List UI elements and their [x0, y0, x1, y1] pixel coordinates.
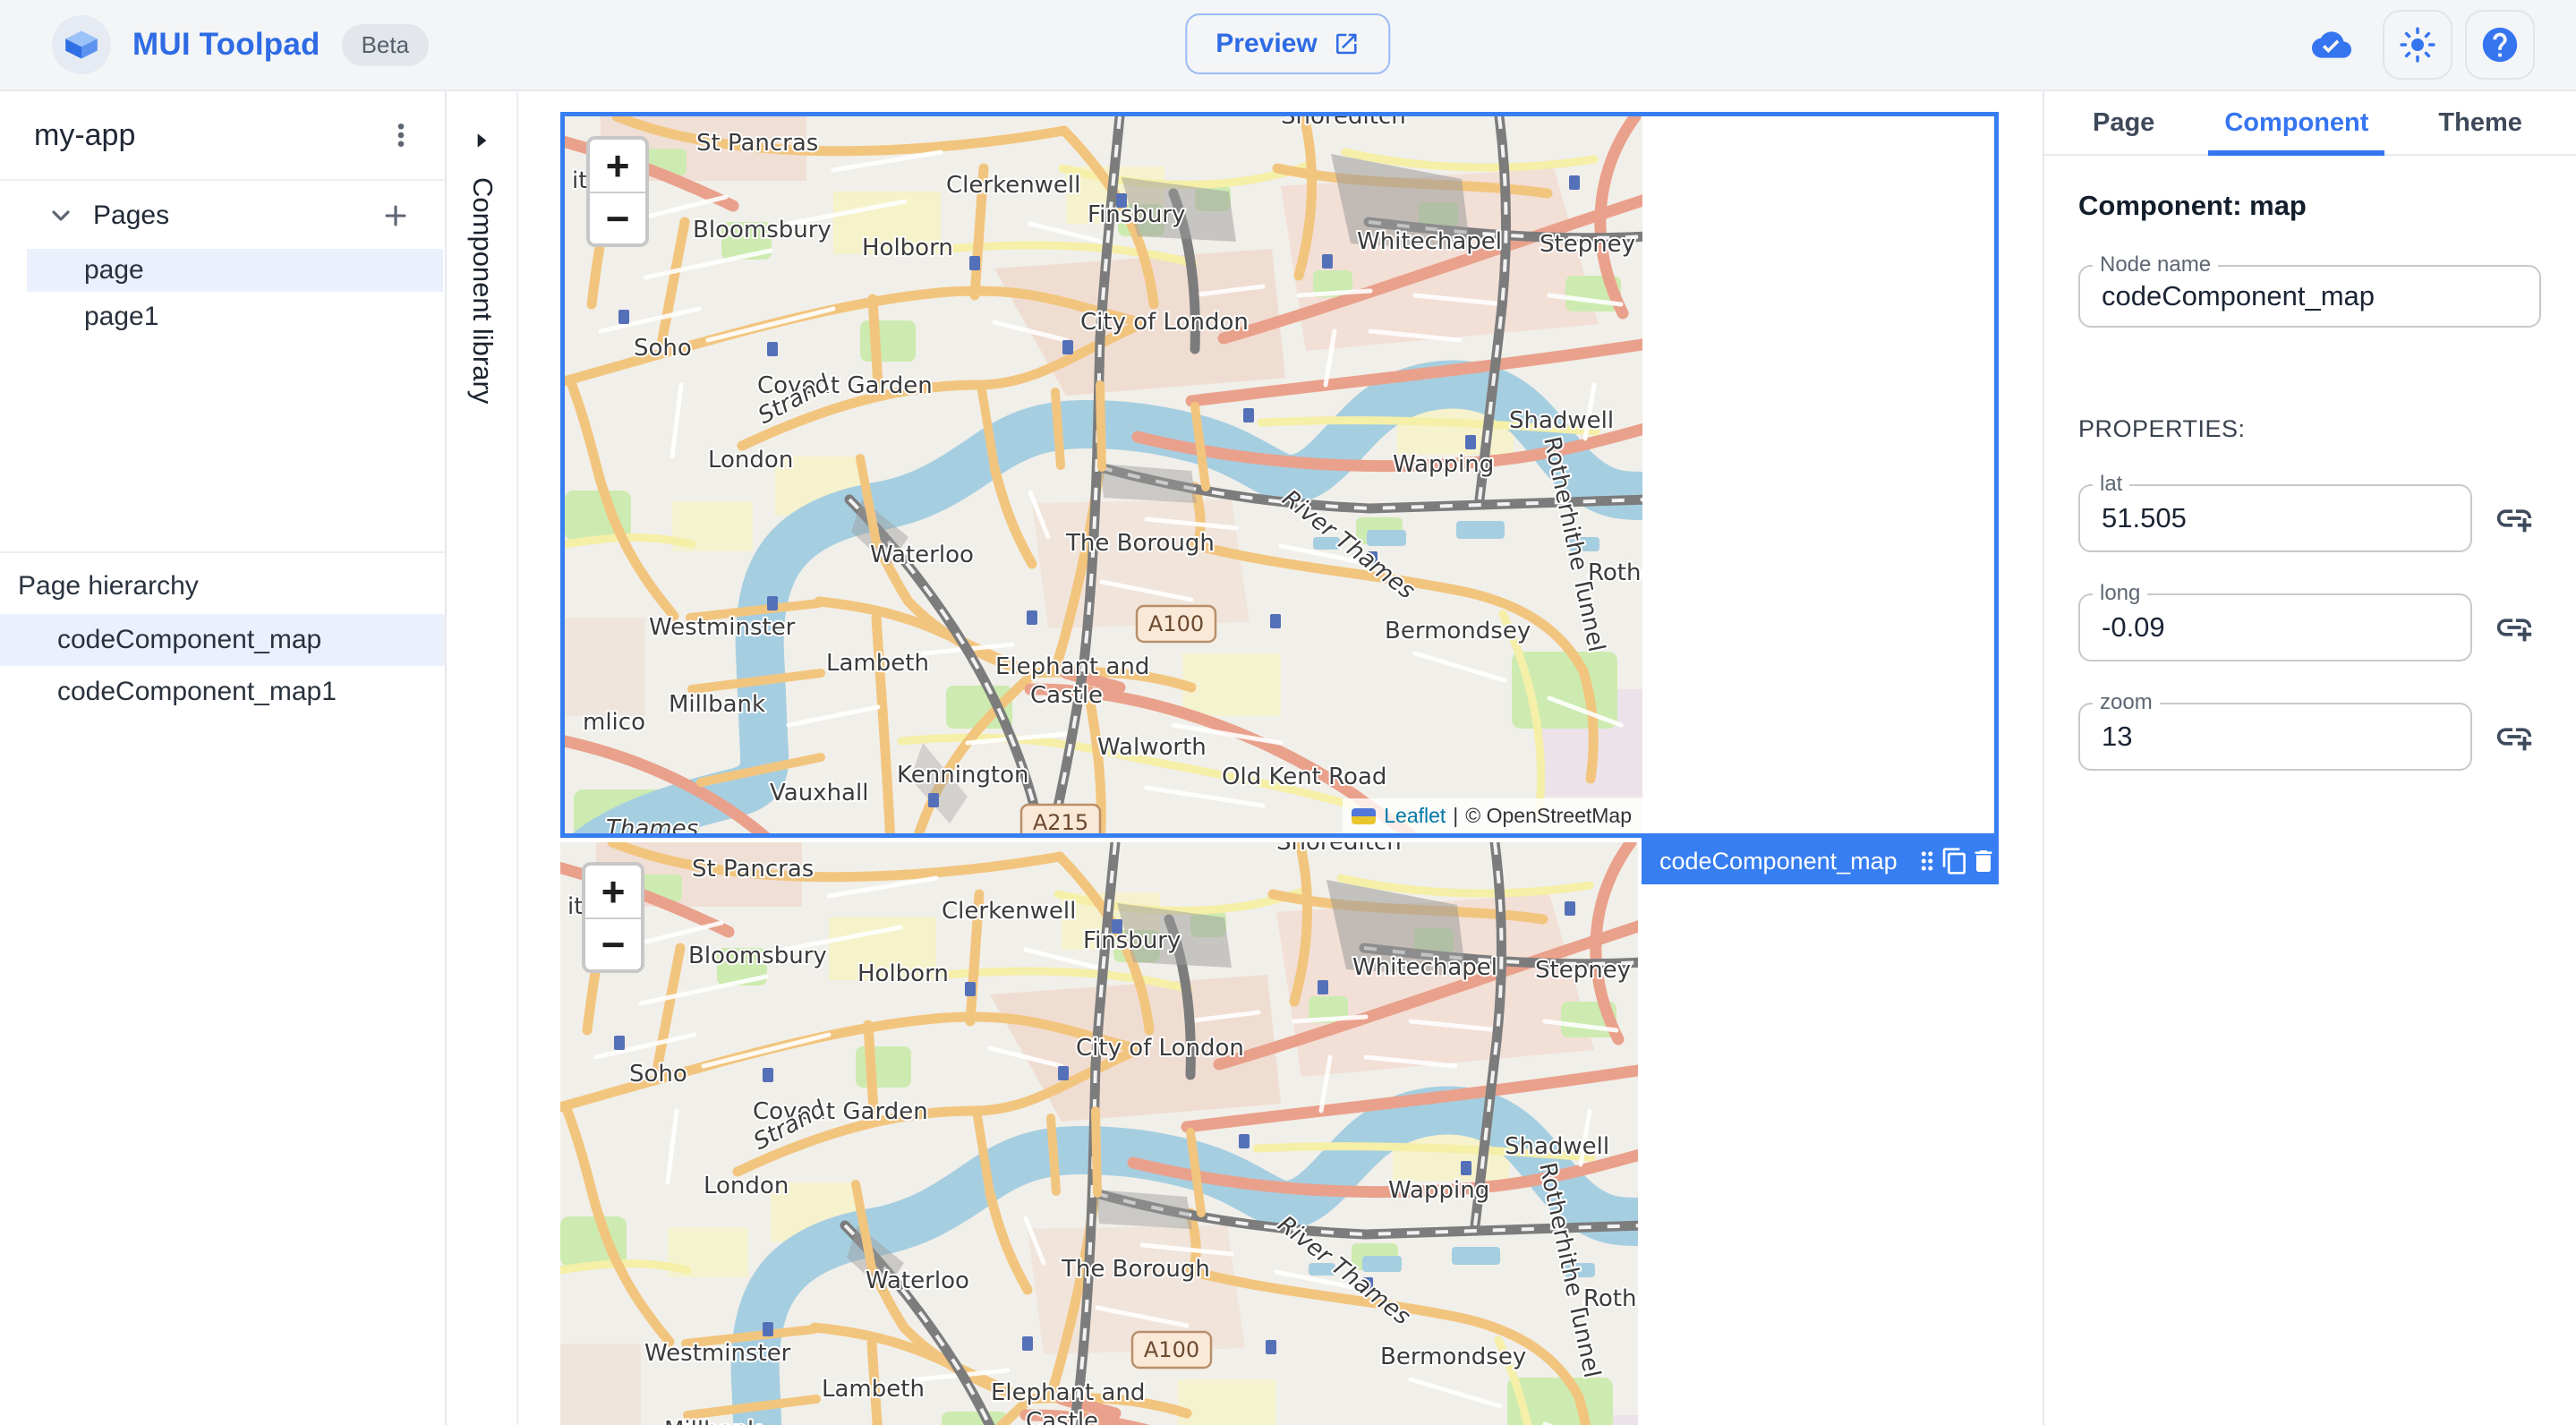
sidebar-item-page1[interactable]: page1	[27, 295, 443, 338]
selected-component-name: codeComponent_map	[1659, 847, 1898, 875]
long-value: -0.09	[2102, 611, 2165, 643]
page-item-label: page	[84, 255, 144, 285]
osm-attribution: © OpenStreetMap	[1465, 804, 1632, 827]
tab-theme[interactable]: Theme	[2431, 91, 2529, 154]
pages-section-header: Pages	[0, 186, 445, 245]
zoom-out-button[interactable]: −	[590, 192, 645, 243]
bind-lat-button[interactable]	[2494, 498, 2535, 539]
preview-button-label: Preview	[1215, 29, 1318, 58]
add-page-button[interactable]	[373, 193, 418, 238]
zoom-label: zoom	[2093, 690, 2160, 715]
mui-toolpad-app: MUI Toolpad Beta Preview my-app Pages pa…	[0, 0, 2576, 1425]
lat-field[interactable]: lat 51.505	[2078, 472, 2472, 552]
expand-library-icon[interactable]	[470, 129, 493, 157]
zoom-value: 13	[2102, 721, 2133, 752]
attribution-separator: |	[1453, 804, 1459, 827]
selection-toolbar: codeComponent_map	[1642, 838, 1999, 884]
property-row-long: long -0.09	[2078, 581, 2542, 661]
bind-zoom-button[interactable]	[2494, 716, 2535, 757]
sidebar-item-page[interactable]: page	[27, 249, 443, 292]
inspector-tabs: Page Component Theme	[2044, 91, 2576, 156]
zoom-field[interactable]: zoom 13	[2078, 690, 2472, 771]
hierarchy-item-label: codeComponent_map1	[57, 677, 337, 706]
component-library-label: Component library	[467, 177, 499, 405]
beta-badge: Beta	[341, 23, 430, 66]
tab-label: Component	[2224, 107, 2369, 137]
tab-component[interactable]: Component	[2208, 91, 2385, 156]
open-in-new-icon	[1334, 30, 1361, 57]
properties-title: PROPERTIES:	[2078, 415, 2246, 442]
tab-label: Theme	[2438, 107, 2522, 137]
property-row-lat: lat 51.505	[2078, 472, 2542, 552]
component-heading: Component: map	[2078, 190, 2307, 221]
node-name-label: Node name	[2093, 252, 2219, 277]
theme-toggle-button[interactable]	[2383, 10, 2452, 80]
copy-icon[interactable]	[1941, 841, 1969, 881]
map-attribution: Leaflet | © OpenStreetMap	[1343, 798, 1642, 833]
drag-indicator-icon[interactable]	[1914, 841, 1941, 881]
leaflet-map[interactable]: + − Leaflet | © OpenStreetMap	[565, 116, 1642, 833]
zoom-in-button[interactable]: +	[585, 866, 641, 917]
hierarchy-item-codeComponent_map1[interactable]: codeComponent_map1	[0, 666, 445, 718]
lat-label: lat	[2093, 472, 2130, 497]
zoom-out-button[interactable]: −	[585, 917, 641, 969]
ukraine-flag-icon	[1352, 807, 1377, 824]
app-menu-button[interactable]	[379, 113, 423, 158]
header-actions	[2293, 0, 2535, 90]
pages-section-label: Pages	[93, 201, 170, 230]
help-button[interactable]	[2465, 10, 2535, 80]
page-hierarchy-section: Page hierarchy codeComponent_map codeCom…	[0, 551, 445, 718]
delete-icon[interactable]	[1969, 841, 1998, 881]
cloud-done-icon	[2293, 10, 2370, 80]
inspector-panel: Page Component Theme Component: map Node…	[2043, 91, 2576, 1425]
map-component-selected[interactable]: + − Leaflet | © OpenStreetMap	[560, 112, 1999, 838]
tab-page[interactable]: Page	[2086, 91, 2162, 154]
help-icon	[2479, 24, 2521, 65]
light-mode-icon	[2399, 26, 2436, 64]
bind-long-button[interactable]	[2494, 607, 2535, 648]
app-title: MUI Toolpad	[132, 27, 320, 62]
map-zoom-control: + −	[582, 862, 644, 973]
hierarchy-item-label: codeComponent_map	[57, 625, 322, 654]
long-label: long	[2093, 581, 2148, 606]
page-item-label: page1	[84, 302, 159, 331]
preview-button[interactable]: Preview	[1185, 13, 1391, 74]
tab-label: Page	[2093, 107, 2155, 137]
editor-canvas: + − Leaflet | © OpenStreetMap codeCompon…	[520, 91, 2043, 1425]
map-component-1[interactable]: + −	[560, 842, 1638, 1425]
component-library-strip: Component library	[448, 91, 518, 1425]
page-hierarchy-title: Page hierarchy	[18, 571, 199, 601]
zoom-in-button[interactable]: +	[590, 140, 645, 192]
component-panel: Component: map Node name codeComponent_m…	[2044, 190, 2576, 771]
mui-logo-icon[interactable]	[52, 15, 111, 74]
lat-value: 51.505	[2102, 502, 2187, 533]
property-row-zoom: zoom 13	[2078, 690, 2542, 771]
app-header: MUI Toolpad Beta Preview	[0, 0, 2576, 91]
long-field[interactable]: long -0.09	[2078, 581, 2472, 661]
explorer-sidebar: my-app Pages page page1 Page hierarchy c…	[0, 91, 447, 1425]
node-name-value: codeComponent_map	[2102, 280, 2376, 311]
map-zoom-control: + −	[586, 136, 649, 247]
app-name: my-app	[34, 117, 136, 152]
node-name-field[interactable]: Node name codeComponent_map	[2078, 252, 2541, 328]
hierarchy-item-codeComponent_map[interactable]: codeComponent_map	[0, 614, 445, 666]
app-row: my-app	[0, 91, 445, 181]
leaflet-link[interactable]: Leaflet	[1384, 804, 1446, 828]
chevron-down-icon[interactable]	[47, 201, 75, 230]
